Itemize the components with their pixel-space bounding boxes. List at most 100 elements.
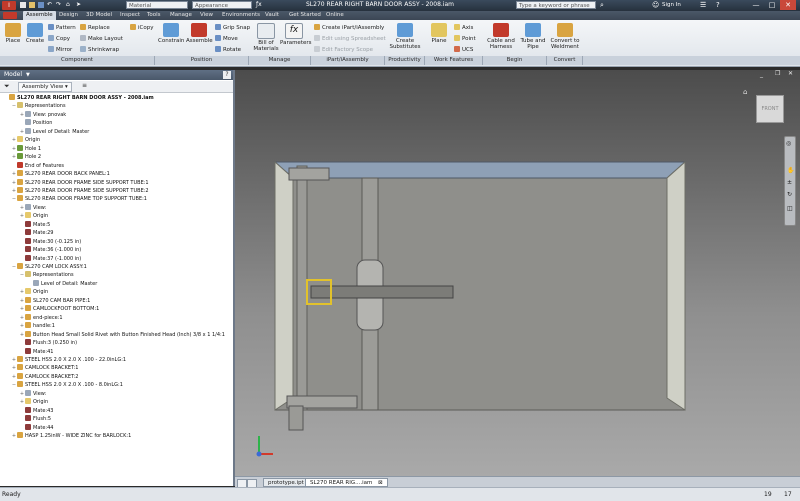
tree-node[interactable]: Mate:43 xyxy=(19,406,53,415)
tree-node[interactable]: Level of Detail: Master xyxy=(27,279,97,288)
axis-button[interactable]: Axis xyxy=(454,24,473,31)
close-panel-button[interactable]: ? xyxy=(223,71,231,79)
plane-button[interactable]: Plane xyxy=(428,23,450,44)
tree-node[interactable]: + SL270 CAM BAR PIPE:1 xyxy=(19,296,90,305)
tree-node[interactable]: − Representations xyxy=(19,271,74,279)
tree-node[interactable]: + SL270 REAR DOOR FRAME SIDE SUPPORT TUBE… xyxy=(11,186,149,195)
viewport-minimize-button[interactable]: _ xyxy=(760,71,763,78)
tree-node[interactable]: + Origin xyxy=(19,288,48,296)
tab-manage[interactable]: Manage xyxy=(170,11,192,20)
tab-vault[interactable]: Vault xyxy=(265,11,279,20)
tree-node[interactable]: Mate:41 xyxy=(19,347,53,356)
tree-node[interactable]: + CAMLOCKFOOT BOTTOM:1 xyxy=(19,305,99,313)
material-dropdown[interactable]: Material xyxy=(126,1,188,9)
app-logo-icon[interactable]: I xyxy=(2,1,16,10)
filter-icon[interactable]: ⏷ xyxy=(4,82,10,91)
group-manage[interactable]: Manage xyxy=(249,56,311,65)
tree-node[interactable]: − SL270 CAM LOCK ASSY:1 xyxy=(11,263,87,271)
rotate-button[interactable]: Rotate xyxy=(215,46,241,53)
tree-node[interactable]: + Origin xyxy=(11,136,40,144)
tree-node[interactable]: Mate:36 (-1.000 in) xyxy=(19,246,81,254)
icopy-button[interactable]: iCopy xyxy=(130,24,153,31)
make-layout-button[interactable]: Make Layout xyxy=(80,35,123,42)
edit-spreadsheet-button[interactable]: Edit using Spreadsheet xyxy=(314,35,386,42)
new-icon[interactable] xyxy=(20,2,26,8)
group-ipart-iassembly[interactable]: iPart/iAssembly xyxy=(311,56,385,65)
tree-node[interactable]: + Button Head Small Solid Rivet with Butt… xyxy=(19,330,225,339)
pan-icon[interactable]: ✋ xyxy=(787,167,794,174)
tab-assemble[interactable]: Assemble xyxy=(23,11,56,20)
tree-node[interactable]: SL270 REAR RIGHT BARN DOOR ASSY - 2008.i… xyxy=(3,94,154,102)
tree-node[interactable]: + CAMLOCK BRACKET:1 xyxy=(11,364,78,372)
tree-node[interactable]: End of Features xyxy=(11,161,64,170)
cart-icon[interactable]: ☰ xyxy=(700,1,706,9)
group-work-features[interactable]: Work Features xyxy=(425,56,483,65)
grip-snap-button[interactable]: Grip Snap xyxy=(215,24,250,31)
tree-node[interactable]: + Origin xyxy=(19,212,48,220)
copy-button[interactable]: Copy xyxy=(48,35,70,42)
menu-icon[interactable]: ≡ xyxy=(82,82,87,89)
group-component[interactable]: Component xyxy=(0,56,155,65)
undo-icon[interactable]: ↶ xyxy=(47,2,53,8)
doc-tab-prototype[interactable]: prototype.ipt xyxy=(263,478,309,487)
viewport-restore-button[interactable]: ❐ xyxy=(775,70,780,77)
tree-node[interactable]: Position xyxy=(19,119,52,127)
tab-online[interactable]: Online xyxy=(326,11,344,20)
doc-tab-barn-door[interactable]: SL270 REAR RIG....iam ⊠ xyxy=(305,478,388,487)
move-button[interactable]: Move xyxy=(215,35,238,42)
group-begin[interactable]: Begin xyxy=(483,56,547,65)
replace-button[interactable]: Replace xyxy=(80,24,110,31)
tab-get-started[interactable]: Get Started xyxy=(289,11,321,20)
shrinkwrap-button[interactable]: Shrinkwrap xyxy=(80,46,119,53)
tree-node[interactable]: − Representations xyxy=(11,102,66,110)
group-convert[interactable]: Convert xyxy=(547,56,583,65)
minimize-button[interactable]: — xyxy=(748,0,764,10)
tree-node[interactable]: + Hole 2 xyxy=(11,153,41,161)
tree-node[interactable]: + HASP 1.25inW - WIDE ZINC for BARLOCK:1 xyxy=(11,432,131,440)
tab-environments[interactable]: Environments xyxy=(222,11,260,20)
close-button[interactable]: ✕ xyxy=(780,0,796,10)
mirror-button[interactable]: Mirror xyxy=(48,46,72,53)
tree-node[interactable]: + View: xyxy=(19,389,46,398)
tree-node[interactable]: Mate:37 (-1.000 in) xyxy=(19,254,81,263)
model-panel-title[interactable]: Model xyxy=(4,70,22,80)
help-icon[interactable]: ? xyxy=(716,1,720,9)
tree-node[interactable]: + CAMLOCK BRACKET:2 xyxy=(11,372,78,381)
tree-node[interactable]: + end-piece:1 xyxy=(19,313,63,322)
select-icon[interactable]: ➤ xyxy=(76,2,82,8)
create-button[interactable]: Create xyxy=(24,23,46,44)
tube-pipe-button[interactable]: Tube and Pipe xyxy=(519,23,547,50)
tree-node[interactable]: + STEEL HSS 2.0 X 2.0 X .100 - 22.0inLG:1 xyxy=(11,355,126,364)
convert-weldment-button[interactable]: Convert to Weldment xyxy=(549,23,581,50)
constrain-button[interactable]: Constrain xyxy=(158,23,184,44)
tab-3d-model[interactable]: 3D Model xyxy=(86,11,112,20)
tree-node[interactable]: + handle:1 xyxy=(19,322,55,330)
user-icon[interactable]: ☺ xyxy=(652,1,659,9)
tree-node[interactable]: + Origin xyxy=(19,398,48,406)
tree-node[interactable]: − SL270 REAR DOOR FRAME TOP SUPPORT TUBE:… xyxy=(11,195,147,203)
viewport-close-button[interactable]: ✕ xyxy=(788,70,793,77)
tree-node[interactable]: Flush:5 xyxy=(19,415,51,423)
edit-factory-scope-button[interactable]: Edit Factory Scope xyxy=(314,46,373,53)
ucs-button[interactable]: UCS xyxy=(454,46,473,53)
place-button[interactable]: Place xyxy=(3,23,23,44)
sign-in-link[interactable]: Sign In xyxy=(662,2,681,8)
tree-node[interactable]: Flush:3 (0.250 in) xyxy=(19,339,77,347)
group-productivity[interactable]: Productivity xyxy=(385,56,425,65)
tree-node[interactable]: + View: pnovak xyxy=(19,110,66,119)
pattern-button[interactable]: Pattern xyxy=(48,24,76,31)
home-view-icon[interactable]: ⌂ xyxy=(743,88,747,96)
tree-node[interactable]: + Level of Detail: Master xyxy=(19,127,89,136)
save-icon[interactable] xyxy=(38,2,44,8)
create-substitutes-button[interactable]: Create Substitutes xyxy=(388,23,422,50)
tree-node[interactable]: + Hole 1 xyxy=(11,144,41,153)
redo-icon[interactable]: ↷ xyxy=(56,2,62,8)
cable-harness-button[interactable]: Cable and Harness xyxy=(486,23,516,50)
tab-tools[interactable]: Tools xyxy=(147,11,161,20)
tab-view[interactable]: View xyxy=(200,11,213,20)
open-icon[interactable] xyxy=(29,2,35,8)
graphics-viewport[interactable]: FRONT ⌂ ◎ ✋ ± ↻ ◫ _ ❐ ✕ xyxy=(235,70,800,476)
tab-design[interactable]: Design xyxy=(59,11,78,20)
tree-node[interactable]: + SL270 REAR DOOR BACK PANEL:1 xyxy=(11,170,110,178)
chevron-down-icon[interactable]: ▼ xyxy=(26,70,30,80)
